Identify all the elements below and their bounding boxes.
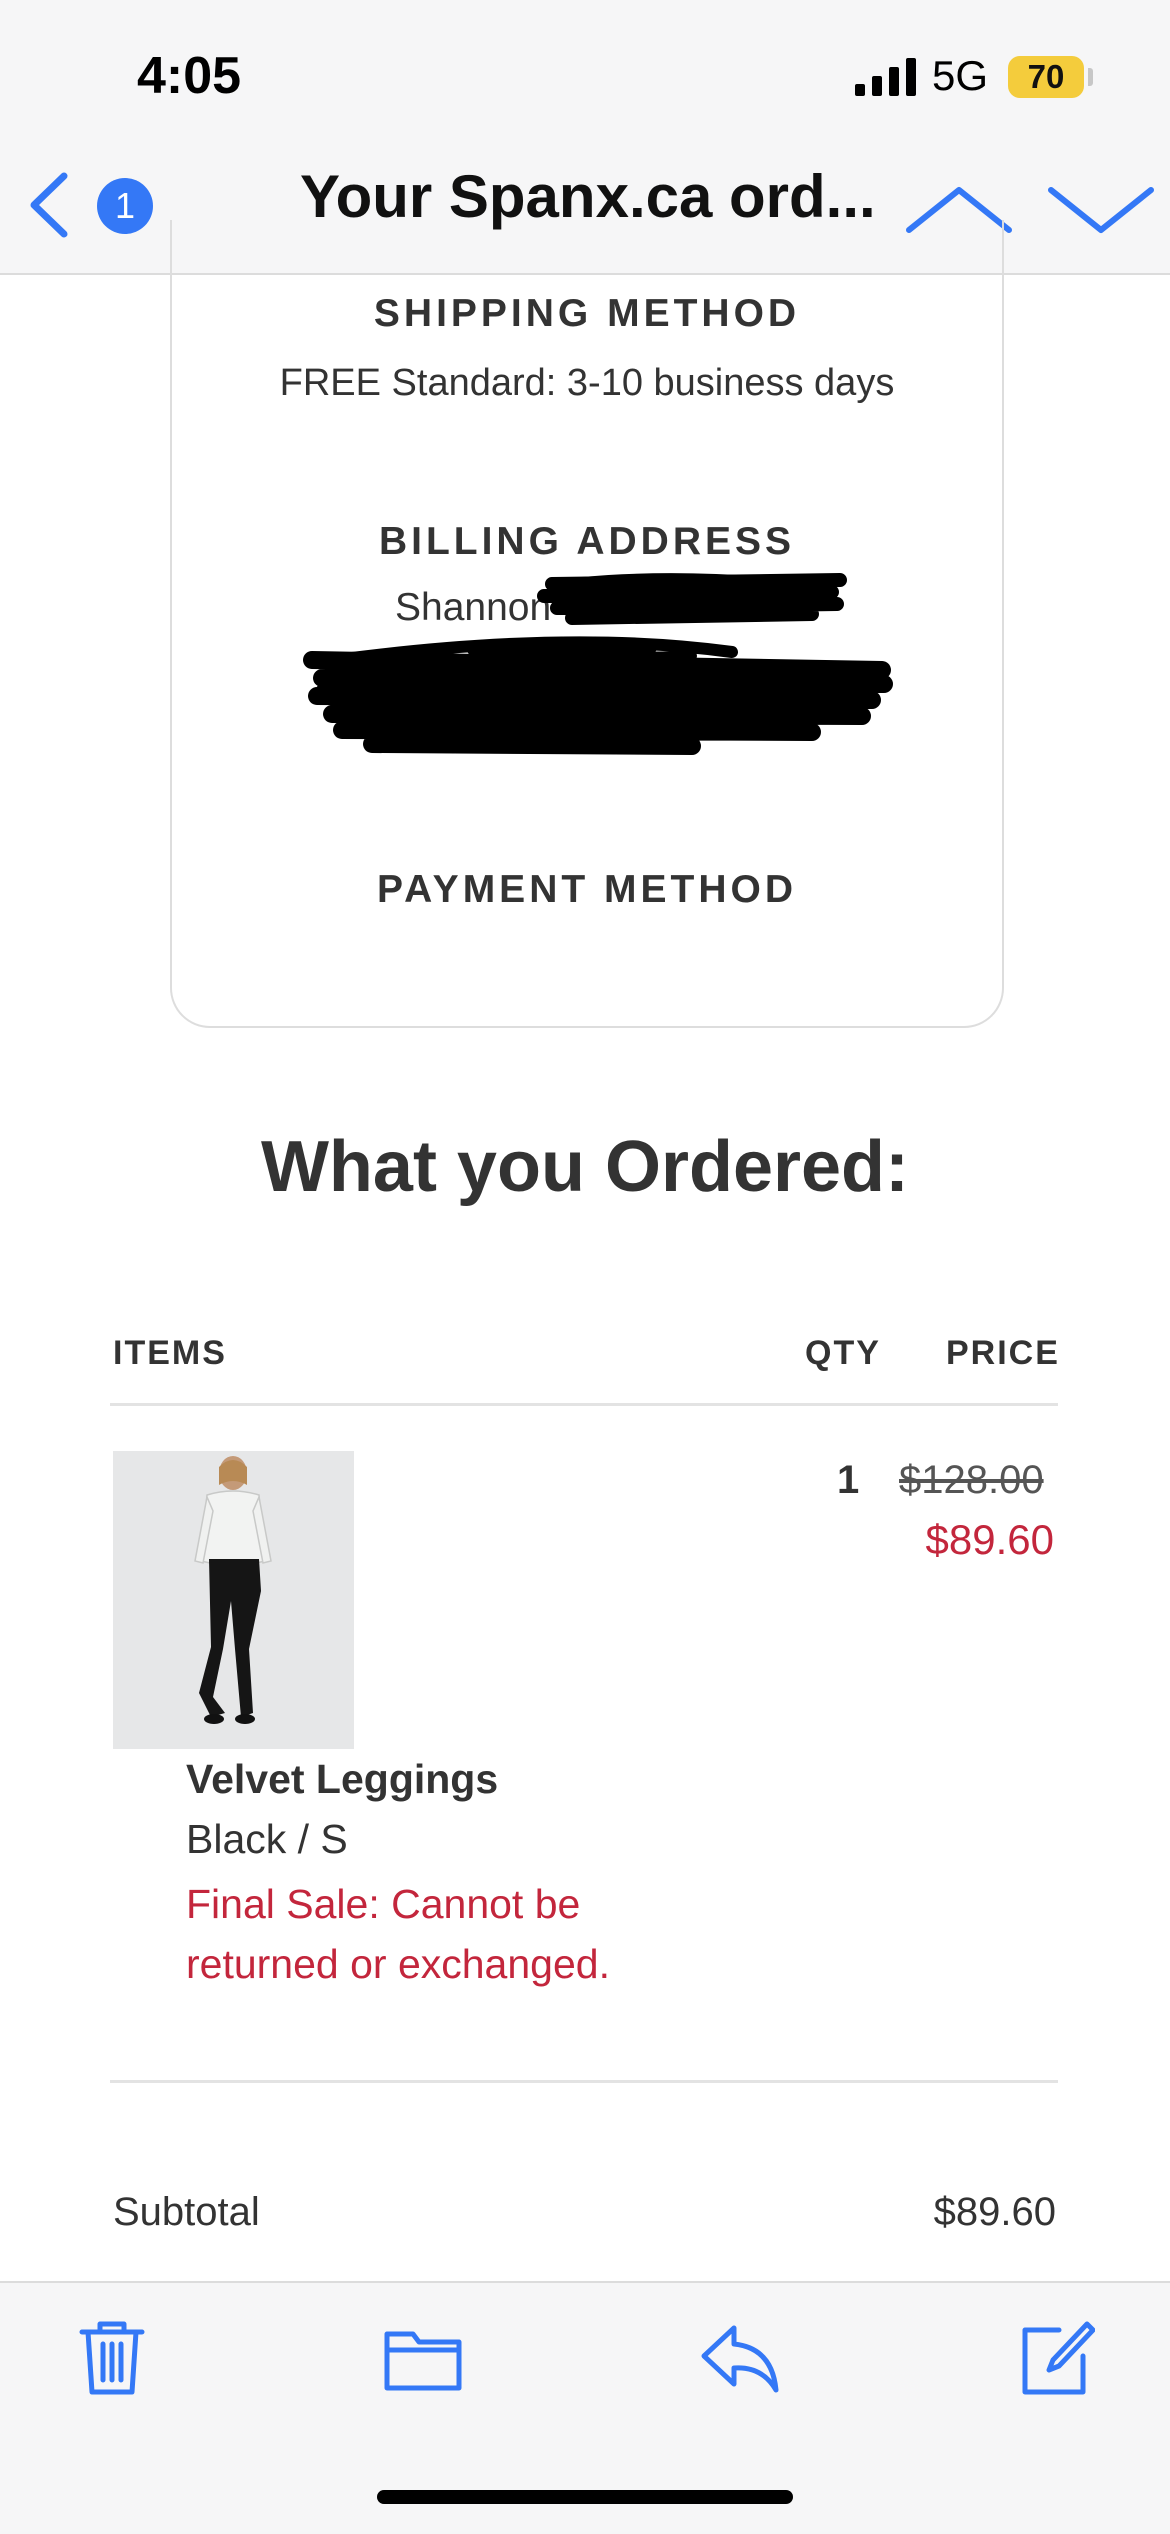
status-time: 4:05 [137, 47, 242, 105]
final-sale-note: Final Sale: Cannot be returned or exchan… [186, 1881, 610, 1987]
back-chevron-icon[interactable] [26, 170, 70, 240]
unread-count-badge[interactable]: 1 [97, 178, 153, 234]
battery-indicator: 70 [1008, 56, 1084, 98]
items-divider [110, 2080, 1058, 2083]
item-sale-price: $89.60 [925, 1516, 1054, 1563]
subtotal-value: $89.60 [933, 2190, 1056, 2234]
trash-icon[interactable] [72, 2318, 152, 2398]
chevron-down-icon[interactable] [1045, 184, 1157, 236]
ordered-title: What you Ordered: [260, 1127, 910, 1207]
product-name[interactable]: Velvet Leggings [186, 1756, 498, 1803]
order-info-card: SHIPPING METHOD FREE Standard: 3-10 busi… [170, 220, 1004, 1028]
reply-icon[interactable] [700, 2318, 780, 2398]
product-image[interactable] [113, 1451, 354, 1749]
qty-column-header: QTY [805, 1334, 881, 1372]
home-indicator[interactable] [377, 2490, 793, 2504]
item-original-price: $128.00 [899, 1458, 1044, 1502]
product-variant: Black / S [186, 1816, 348, 1862]
folder-icon[interactable] [383, 2318, 463, 2398]
signal-icon [855, 58, 916, 96]
battery-tip [1088, 68, 1093, 86]
redaction-scribble [303, 573, 893, 755]
items-column-header: ITEMS [113, 1334, 227, 1372]
header-divider [110, 1403, 1058, 1406]
item-qty: 1 [837, 1458, 860, 1502]
price-column-header: PRICE [946, 1334, 1060, 1372]
subtotal-label: Subtotal [113, 2190, 260, 2234]
payment-method-heading: PAYMENT METHOD [376, 868, 798, 911]
network-type: 5G [932, 52, 989, 99]
compose-icon[interactable] [1015, 2318, 1095, 2398]
